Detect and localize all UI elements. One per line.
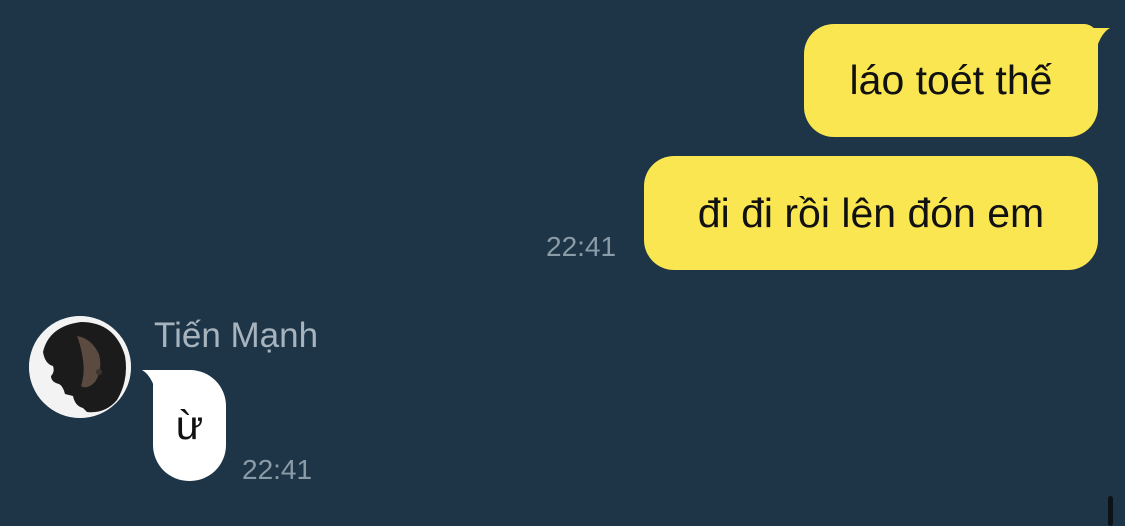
message-text: ừ bbox=[175, 402, 204, 448]
sender-name: Tiến Mạnh bbox=[154, 316, 319, 355]
scrollbar-thumb[interactable] bbox=[1108, 496, 1113, 526]
outgoing-message-bubble[interactable]: láo toét thế bbox=[804, 24, 1098, 137]
bubble-tail-icon bbox=[1084, 28, 1110, 58]
message-timestamp: 22:41 bbox=[242, 454, 313, 485]
outgoing-message-bubble[interactable]: đi đi rồi lên đón em bbox=[644, 156, 1098, 270]
message-text: đi đi rồi lên đón em bbox=[697, 189, 1045, 236]
contact-avatar-icon bbox=[29, 316, 131, 418]
contact-avatar[interactable] bbox=[29, 316, 131, 418]
message-timestamp: 22:41 bbox=[546, 231, 617, 262]
message-text: láo toét thế bbox=[849, 57, 1053, 103]
incoming-message-bubble[interactable]: ừ bbox=[153, 370, 226, 481]
chat-message-list[interactable]: láo toét thế đi đi rồi lên đón em 22:41 … bbox=[0, 0, 1125, 526]
